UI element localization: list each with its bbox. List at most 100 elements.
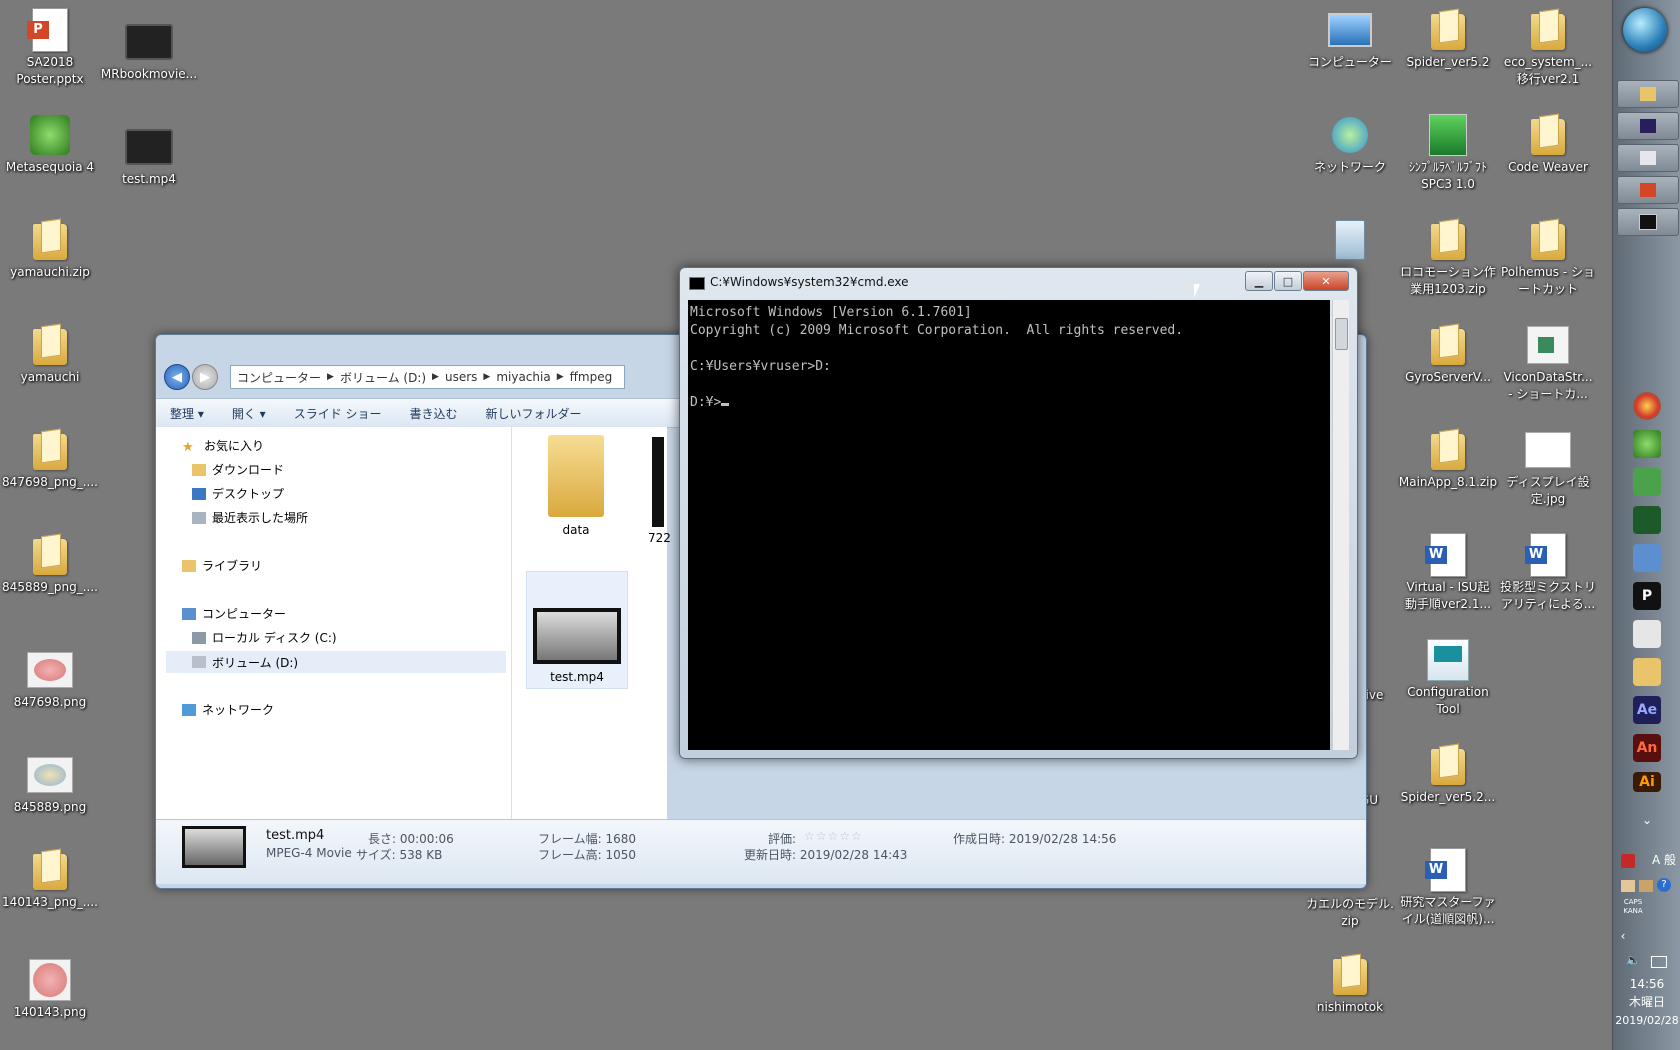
desktop-icon-847698-png[interactable]: 847698.png xyxy=(0,646,100,711)
desktop-icon-computer[interactable]: コンピューター xyxy=(1300,6,1400,71)
nav-item-downloads[interactable]: ダウンロード xyxy=(192,461,284,478)
desktop-icon-spider-ver52-zip[interactable]: Spider_ver5.2... xyxy=(1398,741,1498,806)
chevron-left-icon[interactable]: ‹ xyxy=(1589,928,1657,945)
clock-weekday[interactable]: 木曜日 xyxy=(1613,994,1680,1011)
nav-item-computer[interactable]: コンピューター xyxy=(182,605,286,622)
frog-app-icon[interactable] xyxy=(1633,468,1661,496)
desktop-icon-display-settings-jpg[interactable]: ディスプレイ設 定.jpg xyxy=(1498,426,1598,508)
desktop-icon-metasequoia[interactable]: Metasequoia 4 xyxy=(0,111,100,176)
desktop-icon-recycle-bin[interactable] xyxy=(1300,216,1400,264)
nav-item-favorites[interactable]: ★ お気に入り xyxy=(182,437,264,455)
desktop-icon-spc3[interactable]: ｼﾝﾌﾟﾙﾗﾍﾞﾙﾌﾞﾌﾄ SPC3 1.0 xyxy=(1398,111,1498,193)
start-button[interactable] xyxy=(1623,8,1667,52)
ime-icon[interactable] xyxy=(1621,854,1635,868)
after-effects-icon[interactable]: Ae xyxy=(1633,696,1661,724)
minimize-button[interactable]: ▁ xyxy=(1245,271,1273,291)
burn-button[interactable]: 書き込む xyxy=(410,405,458,422)
open-button[interactable]: 開く ▾ xyxy=(232,405,266,422)
desktop-icon-mrbookmovie[interactable]: MRbookmovie... xyxy=(99,18,199,83)
desktop-icon-gyroserver[interactable]: GyroServerV... xyxy=(1398,321,1498,386)
partial-file-thumbnail xyxy=(652,437,664,527)
address-bar[interactable]: ◀ ▶ コンピューター ▶ ボリューム (D:) ▶ users ▶ miyachia… xyxy=(164,364,684,390)
taskbar-button-premiere[interactable] xyxy=(1617,112,1679,140)
notes-app-icon[interactable] xyxy=(1633,620,1661,648)
taskbar-button-powerpoint[interactable] xyxy=(1617,176,1679,204)
desktop-icon-locomotion[interactable]: ロコモーション作 業用1203.zip xyxy=(1398,216,1498,298)
back-button[interactable]: ◀ xyxy=(164,364,190,390)
console-output[interactable]: Microsoft Windows [Version 6.1.7601] Cop… xyxy=(688,300,1330,750)
desktop-icon-projection-mr[interactable]: W 投影型ミクストリ アリティによる... xyxy=(1498,531,1598,613)
clock-time[interactable]: 14:56 xyxy=(1613,976,1680,993)
folder-icon[interactable] xyxy=(1633,658,1661,686)
zip-folder-icon xyxy=(1431,220,1465,260)
forward-button[interactable]: ▶ xyxy=(192,364,218,390)
desktop-icon-mainapp[interactable]: MainApp_8.1.zip xyxy=(1398,426,1498,491)
tray-app-icon[interactable] xyxy=(1639,880,1653,892)
file-item-test-mp4[interactable]: test.mp4 xyxy=(526,571,628,689)
desktop-icon-140143-zip[interactable]: 140143_png_.... xyxy=(0,846,100,911)
desktop-icon-eco-system[interactable]: eco_system_... 移行ver2.1 xyxy=(1498,6,1598,88)
scrollbar-thumb[interactable] xyxy=(1335,318,1348,350)
desktop-icon-845889-png[interactable]: 845889.png xyxy=(0,751,100,816)
desktop-icon-research-master[interactable]: W 研究マスターファ イル(道順図帆)... xyxy=(1398,846,1498,928)
details-pane: test.mp4 MPEG-4 Movie 長さ: 00:00:06 サイズ: … xyxy=(156,819,1366,884)
new-folder-button[interactable]: 新しいフォルダー xyxy=(486,405,582,422)
desktop-icon-virtual-isu[interactable]: W Virtual - ISU起 動手順ver2.1... xyxy=(1398,531,1498,613)
desktop-icon-spider-ver52[interactable]: Spider_ver5.2 xyxy=(1398,6,1498,71)
organize-button[interactable]: 整理 ▾ xyxy=(170,405,204,422)
metasequoia-icon[interactable] xyxy=(1633,430,1661,458)
tray-app-icon[interactable] xyxy=(1621,880,1635,892)
network-tray-icon[interactable] xyxy=(1651,956,1667,968)
desktop-icon-code-weaver[interactable]: Code Weaver xyxy=(1498,111,1598,176)
desktop-icon-vicondatastream[interactable]: ViconDataStr... - ショートカ... xyxy=(1498,321,1598,403)
desktop-icon-test-mp4[interactable]: test.mp4 xyxy=(99,123,199,188)
vertical-scrollbar[interactable] xyxy=(1332,300,1349,750)
breadcrumb-item[interactable]: users xyxy=(445,370,477,384)
slideshow-button[interactable]: スライド ショー xyxy=(294,405,382,422)
desktop-icon-polhemus[interactable]: Polhemus - ショ ートカット xyxy=(1498,216,1598,298)
nav-item-libraries[interactable]: ライブラリ xyxy=(182,557,262,574)
link-app-icon[interactable] xyxy=(1633,544,1661,572)
breadcrumb-item[interactable]: miyachia xyxy=(496,370,550,384)
cmd-window[interactable]: C:¥Windows¥system32¥cmd.exe ▁ □ ✕ Micros… xyxy=(679,267,1358,759)
nav-item-recent[interactable]: 最近表示した場所 xyxy=(192,509,308,526)
pycharm-icon[interactable]: P xyxy=(1633,582,1661,610)
desktop-icon-configuration-tool[interactable]: Configuration Tool xyxy=(1398,636,1498,718)
breadcrumb-item[interactable]: ffmpeg xyxy=(570,370,613,384)
ime-mode-indicator[interactable]: A 般 xyxy=(1649,852,1679,869)
chevron-down-icon[interactable]: ⌄ xyxy=(1613,812,1680,829)
configuration-tool-icon xyxy=(1427,639,1469,681)
file-item-data[interactable]: data xyxy=(526,435,626,537)
desktop-icon-847698-zip[interactable]: 847698_png_.... xyxy=(0,426,100,491)
desktop-icon-140143-png[interactable]: 140143.png xyxy=(0,956,100,1021)
breadcrumb-item[interactable]: コンピューター xyxy=(237,369,321,386)
desktop-icon-yamauchi[interactable]: yamauchi xyxy=(0,321,100,386)
terminal-app-icon[interactable] xyxy=(1633,506,1661,534)
nav-item-volume-d[interactable]: ボリューム (D:) xyxy=(166,651,506,673)
help-icon[interactable]: ? xyxy=(1657,878,1671,892)
video-file-icon xyxy=(125,129,173,165)
animate-icon[interactable]: An xyxy=(1633,734,1661,762)
taskbar-button-cmd[interactable] xyxy=(1617,208,1679,236)
desktop-icon-nishimotok[interactable]: nishimotok xyxy=(1300,951,1400,1016)
rating-stars-icon[interactable]: ☆☆☆☆☆ xyxy=(804,829,863,843)
desktop-icon-network[interactable]: ネットワーク xyxy=(1300,111,1400,176)
chevron-right-icon: ▶ xyxy=(556,372,564,382)
text-cursor xyxy=(721,403,730,406)
desktop-icon-yamauchi-zip[interactable]: yamauchi.zip xyxy=(0,216,100,281)
nav-item-network[interactable]: ネットワーク xyxy=(182,701,274,718)
maximize-button[interactable]: □ xyxy=(1274,271,1302,291)
breadcrumb[interactable]: コンピューター ▶ ボリューム (D:) ▶ users ▶ miyachia ▶ ff… xyxy=(230,365,626,389)
illustrator-icon[interactable]: Ai xyxy=(1633,772,1661,792)
chrome-icon[interactable] xyxy=(1633,392,1661,420)
close-button[interactable]: ✕ xyxy=(1303,271,1349,291)
taskbar-button-explorer[interactable] xyxy=(1617,80,1679,108)
breadcrumb-item[interactable]: ボリューム (D:) xyxy=(340,369,426,386)
clock-date[interactable]: 2019/02/28 xyxy=(1613,1012,1680,1029)
zip-folder-icon xyxy=(1333,955,1367,995)
desktop-icon-845889-zip[interactable]: 845889_png_.... xyxy=(0,531,100,596)
nav-item-local-disk[interactable]: ローカル ディスク (C:) xyxy=(192,629,337,646)
desktop-icon-sa2018-poster[interactable]: P SA2018 Poster.pptx xyxy=(0,6,100,88)
taskbar-button-window[interactable] xyxy=(1617,144,1679,172)
nav-item-desktop[interactable]: デスクトップ xyxy=(192,485,284,502)
